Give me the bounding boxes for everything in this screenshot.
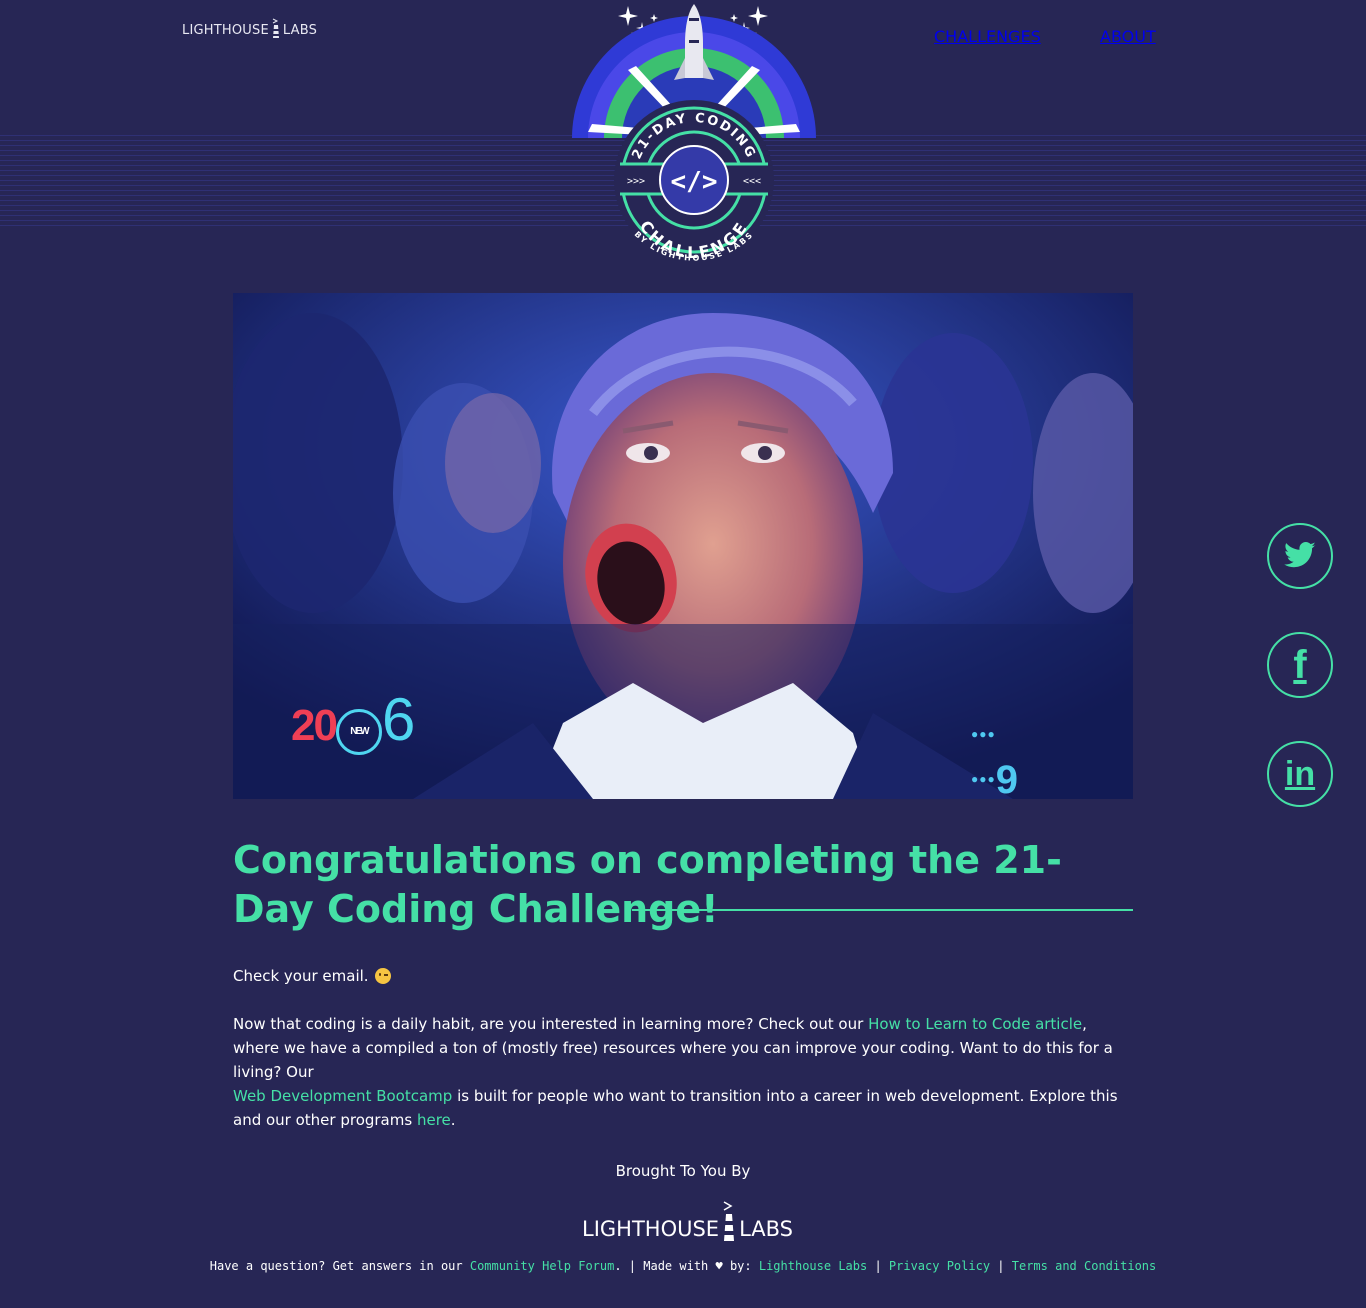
badge-arrows-right: <<< xyxy=(743,176,761,187)
badge-code-symbol: </> xyxy=(671,167,718,197)
nav-challenges-link[interactable]: CHALLENGES xyxy=(934,27,1041,46)
privacy-policy-link[interactable]: Privacy Policy xyxy=(889,1259,990,1273)
twitter-icon xyxy=(1284,541,1316,568)
footer-logo-text-right: LABS xyxy=(739,1217,793,1241)
web-dev-bootcamp-link[interactable]: Web Development Bootcamp xyxy=(233,1087,452,1105)
check-email-label: Check your email. xyxy=(233,967,369,985)
linkedin-share-button[interactable]: in xyxy=(1267,741,1333,807)
header-logo[interactable]: LIGHTHOUSE LABS xyxy=(182,16,317,38)
body-paragraph: Now that coding is a daily habit, are yo… xyxy=(233,1015,1118,1129)
brought-to-you-by: Brought To You By xyxy=(615,1162,751,1180)
lighthouse-labs-link[interactable]: Lighthouse Labs xyxy=(759,1259,867,1273)
footer-logo[interactable]: LIGHTHOUSE LABS xyxy=(582,1199,793,1241)
twitter-share-button[interactable] xyxy=(1267,523,1333,589)
page-title: Congratulations on completing the 21-Day… xyxy=(233,838,1062,931)
nav-about-link[interactable]: ABOUT xyxy=(1100,27,1156,46)
facebook-share-button[interactable]: f xyxy=(1267,632,1333,698)
check-email-text: Check your email. xyxy=(233,964,1133,988)
title-underline xyxy=(632,909,1133,911)
facebook-icon: f xyxy=(1293,643,1307,687)
footer-links: Have a question? Get answers in our Comm… xyxy=(209,1259,1157,1273)
other-programs-link[interactable]: here xyxy=(417,1111,451,1129)
hero-overlay-channel-logo: ●●● ●●●9 xyxy=(971,727,1018,799)
community-forum-link[interactable]: Community Help Forum xyxy=(470,1259,615,1273)
linkedin-icon: in xyxy=(1284,755,1316,793)
logo-text-left: LIGHTHOUSE xyxy=(182,23,269,38)
learn-to-code-article-link[interactable]: How to Learn to Code article xyxy=(868,1015,1082,1033)
logo-text-right: LABS xyxy=(282,23,318,38)
winking-face-icon xyxy=(374,968,391,984)
hero-overlay-year: 20 NEW 6 xyxy=(291,686,415,755)
hero-gif-image: 20 NEW 6 ●●● ●●●9 xyxy=(233,293,1133,799)
challenge-badge: </> >>> <<< 21-DAY CODING CHALLENGE BY L… xyxy=(572,4,816,263)
lighthouse-icon xyxy=(272,18,279,38)
lighthouse-icon xyxy=(723,1201,735,1241)
badge-arrows-left: >>> xyxy=(627,176,645,187)
footer-logo-text-left: LIGHTHOUSE xyxy=(582,1217,720,1241)
terms-link[interactable]: Terms and Conditions xyxy=(1012,1259,1157,1273)
